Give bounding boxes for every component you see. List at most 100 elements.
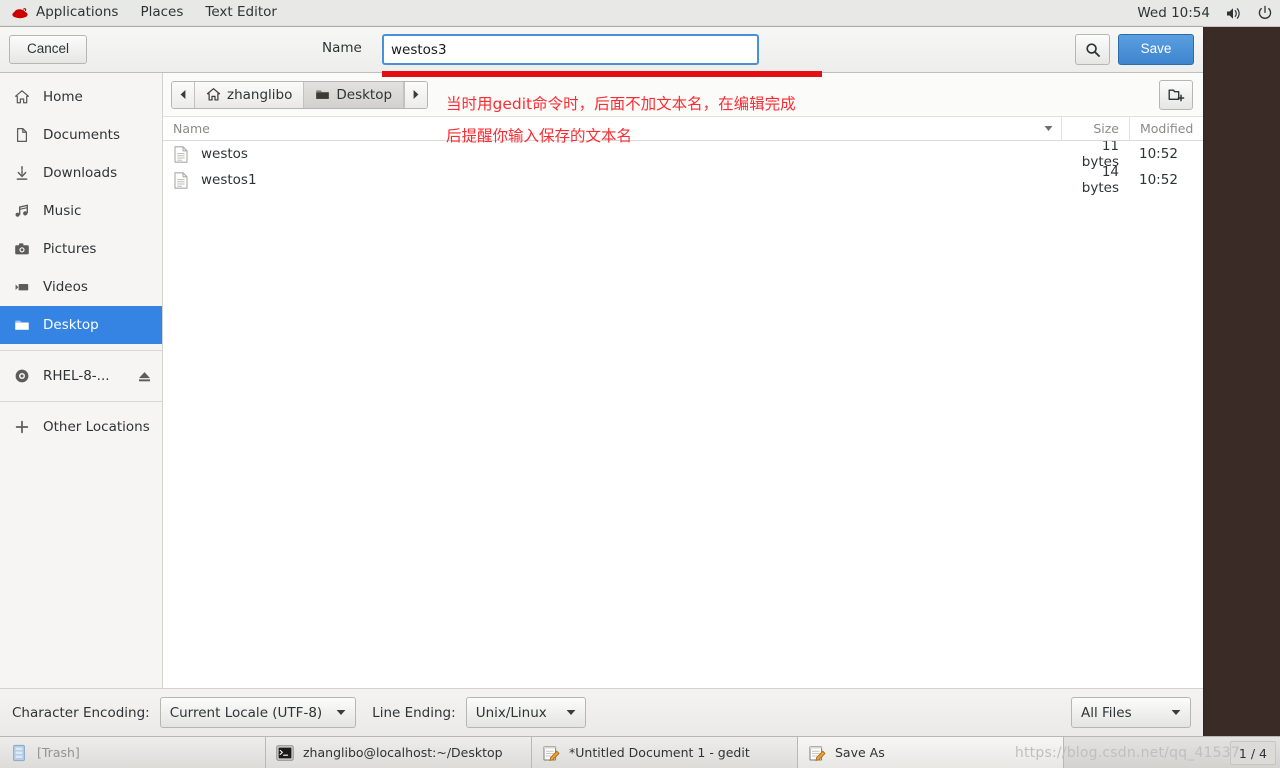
sidebar-item-pictures[interactable]: Pictures bbox=[0, 230, 162, 268]
search-button[interactable] bbox=[1075, 34, 1110, 65]
file-name: westos1 bbox=[201, 172, 257, 188]
path-bar-row: zhanglibo Desktop bbox=[163, 73, 1203, 117]
file-name: westos bbox=[201, 146, 248, 162]
sidebar-label-other-locations: Other Locations bbox=[43, 419, 150, 435]
speaker-volume-icon[interactable] bbox=[1224, 4, 1242, 22]
line-ending-label: Line Ending: bbox=[372, 704, 456, 721]
file-modified: 10:52 bbox=[1139, 172, 1178, 188]
line-ending-select[interactable]: Unix/Linux bbox=[465, 697, 586, 728]
filename-input[interactable] bbox=[382, 34, 759, 65]
line-ending-value: Unix/Linux bbox=[475, 704, 547, 721]
column-header-name[interactable]: Name bbox=[163, 117, 1035, 140]
taskbar-item-terminal[interactable]: zhanglibo@localhost:~/Desktop bbox=[266, 737, 532, 768]
file-modified: 10:52 bbox=[1139, 146, 1178, 162]
sidebar-divider-2 bbox=[0, 401, 162, 402]
column-header-size[interactable]: Size bbox=[1061, 117, 1129, 140]
taskbar-label-trash: [Trash] bbox=[37, 745, 80, 760]
character-encoding-value: Current Locale (UTF-8) bbox=[169, 704, 323, 721]
places-sidebar: Home Documents Downloads Music Pictures … bbox=[0, 73, 163, 688]
sidebar-label-rhel-device: RHEL-8-... bbox=[43, 368, 110, 384]
window-taskbar: [Trash] zhanglibo@localhost:~/Desktop *U bbox=[0, 736, 1280, 768]
gedit-icon bbox=[808, 744, 826, 762]
sidebar-divider bbox=[0, 350, 162, 351]
caret-down-icon bbox=[336, 709, 346, 716]
sidebar-item-documents[interactable]: Documents bbox=[0, 116, 162, 154]
document-icon bbox=[14, 127, 30, 143]
sidebar-item-desktop[interactable]: Desktop bbox=[0, 306, 162, 344]
file-list-column-headers: Name Size Modified bbox=[163, 117, 1203, 141]
eject-icon[interactable] bbox=[136, 368, 152, 384]
taskbar-item-trash[interactable]: [Trash] bbox=[0, 737, 266, 768]
file-filter-value: All Files bbox=[1081, 704, 1132, 721]
trash-icon bbox=[10, 744, 28, 762]
music-note-icon bbox=[14, 203, 30, 219]
annotation-underline-bar bbox=[382, 71, 822, 77]
sidebar-label-desktop: Desktop bbox=[43, 317, 99, 333]
topbar-label-applications: Applications bbox=[36, 4, 119, 21]
character-encoding-label: Character Encoding: bbox=[12, 704, 150, 721]
dialog-footer: Character Encoding: Current Locale (UTF-… bbox=[0, 688, 1203, 736]
text-file-icon bbox=[173, 171, 189, 189]
plus-icon bbox=[14, 419, 30, 435]
power-icon[interactable] bbox=[1256, 4, 1274, 22]
sidebar-item-videos[interactable]: Videos bbox=[0, 268, 162, 306]
file-filter-select[interactable]: All Files bbox=[1071, 697, 1191, 728]
save-as-dialog: Cancel Name Save bbox=[0, 27, 1203, 736]
new-folder-icon bbox=[1168, 87, 1185, 103]
dialog-header-bar: Cancel Name Save bbox=[0, 27, 1203, 73]
breadcrumb-item-zhanglibo[interactable]: zhanglibo bbox=[195, 81, 305, 108]
taskbar-label-save-as: Save As bbox=[835, 745, 885, 760]
taskbar-item-gedit-document[interactable]: *Untitled Document 1 - gedit bbox=[532, 737, 798, 768]
camera-icon bbox=[14, 241, 30, 257]
download-icon bbox=[14, 165, 30, 181]
cancel-button[interactable]: Cancel bbox=[9, 35, 87, 64]
save-button[interactable]: Save bbox=[1118, 34, 1194, 65]
sidebar-item-music[interactable]: Music bbox=[0, 192, 162, 230]
topbar-label-places: Places bbox=[140, 4, 184, 21]
breadcrumb: zhanglibo Desktop bbox=[171, 80, 429, 109]
optical-disc-icon bbox=[14, 368, 30, 384]
column-header-modified[interactable]: Modified bbox=[1129, 117, 1203, 140]
video-camera-icon bbox=[14, 279, 30, 295]
home-icon bbox=[206, 87, 221, 102]
sidebar-label-videos: Videos bbox=[43, 279, 88, 295]
sidebar-label-pictures: Pictures bbox=[43, 241, 97, 257]
sidebar-label-home: Home bbox=[43, 89, 83, 105]
sidebar-label-downloads: Downloads bbox=[43, 165, 118, 181]
taskbar-item-save-as[interactable]: Save As bbox=[798, 737, 1064, 768]
file-size: 14 bytes bbox=[1081, 164, 1119, 196]
topbar-item-text-editor[interactable]: Text Editor bbox=[194, 0, 288, 26]
breadcrumb-label-desktop: Desktop bbox=[336, 86, 393, 103]
topbar-label-text-editor: Text Editor bbox=[205, 4, 277, 21]
gnome-top-bar: Applications Places Text Editor Wed 10:5… bbox=[0, 0, 1280, 27]
breadcrumb-label-zhanglibo: zhanglibo bbox=[227, 86, 293, 103]
file-list: westos 11 bytes 10:52 westos1 14 bytes 1… bbox=[163, 141, 1203, 688]
caret-down-icon bbox=[1171, 709, 1181, 716]
topbar-clock[interactable]: Wed 10:54 bbox=[1137, 5, 1210, 21]
sidebar-item-other-locations[interactable]: Other Locations bbox=[0, 408, 162, 446]
sidebar-label-documents: Documents bbox=[43, 127, 120, 143]
search-icon bbox=[1085, 42, 1101, 58]
character-encoding-select[interactable]: Current Locale (UTF-8) bbox=[159, 697, 357, 728]
home-icon bbox=[14, 89, 30, 105]
table-row[interactable]: westos 11 bytes 10:52 bbox=[163, 141, 1203, 170]
sidebar-label-music: Music bbox=[43, 203, 82, 219]
breadcrumb-item-desktop[interactable]: Desktop bbox=[304, 81, 405, 108]
sidebar-item-rhel-device[interactable]: RHEL-8-... bbox=[0, 357, 162, 395]
breadcrumb-forward-button[interactable] bbox=[404, 81, 428, 108]
sort-descending-icon[interactable] bbox=[1035, 117, 1061, 140]
folder-icon bbox=[14, 317, 30, 333]
file-browser-pane: zhanglibo Desktop Name Size Modified wes… bbox=[163, 73, 1203, 688]
text-file-icon bbox=[173, 145, 189, 163]
workspace-indicator[interactable]: 1 / 4 bbox=[1229, 741, 1276, 765]
topbar-item-applications[interactable]: Applications bbox=[0, 0, 129, 26]
sidebar-item-home[interactable]: Home bbox=[0, 78, 162, 116]
name-label: Name bbox=[322, 40, 362, 56]
sidebar-item-downloads[interactable]: Downloads bbox=[0, 154, 162, 192]
table-row[interactable]: westos1 14 bytes 10:52 bbox=[163, 164, 1203, 196]
new-folder-button[interactable] bbox=[1159, 79, 1193, 110]
breadcrumb-back-button[interactable] bbox=[172, 81, 195, 108]
redhat-logo-icon bbox=[11, 7, 29, 20]
caret-down-icon bbox=[566, 709, 576, 716]
topbar-item-places[interactable]: Places bbox=[129, 0, 194, 26]
